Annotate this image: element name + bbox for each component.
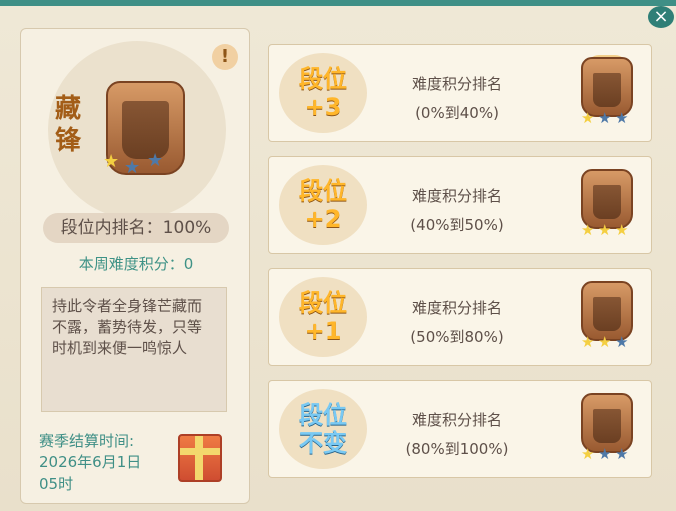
tier-badge: 段位 +3 xyxy=(279,53,367,133)
score-rank-range: (0%到40%) xyxy=(415,104,499,122)
info-icon[interactable]: ! xyxy=(212,44,238,70)
medal-icon: ★ ★ ★ xyxy=(581,169,635,241)
tier-badge: 段位 +1 xyxy=(279,277,367,357)
score-rank-range: (50%到80%) xyxy=(410,328,504,346)
gold-star-icon: ★ xyxy=(103,151,120,172)
medal-icon: ★ ★ ★ xyxy=(581,55,635,129)
close-button[interactable]: × xyxy=(648,6,674,28)
settlement-label: 赛季结算时间: xyxy=(39,432,135,450)
blue-star-icon: ★ xyxy=(615,445,629,463)
medal-icon: ★ ★ ★ xyxy=(581,281,635,353)
rank-dialog: × ! 藏锋 ★ ★ ★ 段位内排名：100% 本周难度积分：0 持此令者全身锋… xyxy=(0,0,676,511)
settlement-date: 2026年6月1日 xyxy=(39,453,142,471)
rank-rule-card: 段位 +2 难度积分排名 (40%到50%) ★ ★ ★ xyxy=(268,156,652,254)
gold-star-icon: ★ xyxy=(581,333,595,351)
blue-star-icon: ★ xyxy=(598,445,612,463)
gold-star-icon: ★ xyxy=(581,109,595,127)
blue-star-icon: ★ xyxy=(615,109,629,127)
shield-icon xyxy=(581,57,633,117)
medal-icon: ★ ★ ★ xyxy=(581,393,635,465)
tier-badge: 段位 +2 xyxy=(279,165,367,245)
score-rank-range: (40%到50%) xyxy=(410,216,504,234)
weekly-score: 本周难度积分：0 xyxy=(78,255,194,273)
score-rank-title: 难度积分排名 xyxy=(411,75,502,93)
rank-in-tier: 段位内排名：100% xyxy=(43,213,229,243)
rank-rule-list: 段位 +3 难度积分排名 (0%到40%) ★ ★ ★ 段位 +2 难度积分排名… xyxy=(268,44,652,492)
score-rank-range: (80%到100%) xyxy=(405,440,509,458)
rank-medal-icon: ★ ★ ★ xyxy=(103,81,185,178)
blue-star-icon: ★ xyxy=(147,150,164,171)
gold-star-icon: ★ xyxy=(598,221,612,239)
rank-rule-card: 段位 +3 难度积分排名 (0%到40%) ★ ★ ★ xyxy=(268,44,652,142)
current-rank-panel: ! 藏锋 ★ ★ ★ 段位内排名：100% 本周难度积分：0 持此令者全身锋芒藏… xyxy=(20,28,250,504)
settlement-hour: 05时 xyxy=(39,475,74,493)
gold-star-icon: ★ xyxy=(598,333,612,351)
gold-star-icon: ★ xyxy=(581,221,595,239)
close-icon[interactable]: × xyxy=(653,6,668,27)
blue-star-icon: ★ xyxy=(615,333,629,351)
score-rank-title: 难度积分排名 xyxy=(411,411,502,429)
rank-rule-card: 段位 不变 难度积分排名 (80%到100%) ★ ★ ★ xyxy=(268,380,652,478)
shield-icon xyxy=(581,281,633,341)
rank-description: 持此令者全身锋芒藏而不露，蓄势待发，只等时机到来便一鸣惊人 xyxy=(41,287,227,412)
rank-rule-card: 段位 +1 难度积分排名 (50%到80%) ★ ★ ★ xyxy=(268,268,652,366)
rank-title: 藏锋 xyxy=(55,94,82,156)
blue-star-icon: ★ xyxy=(124,157,141,178)
blue-star-icon: ★ xyxy=(598,109,612,127)
score-rank-title: 难度积分排名 xyxy=(411,299,502,317)
gold-star-icon: ★ xyxy=(615,221,629,239)
shield-icon xyxy=(581,393,633,453)
shield-icon xyxy=(581,169,633,229)
gold-star-icon: ★ xyxy=(581,445,595,463)
tier-badge: 段位 不变 xyxy=(279,389,367,469)
gift-icon[interactable] xyxy=(178,434,222,482)
score-rank-title: 难度积分排名 xyxy=(411,187,502,205)
